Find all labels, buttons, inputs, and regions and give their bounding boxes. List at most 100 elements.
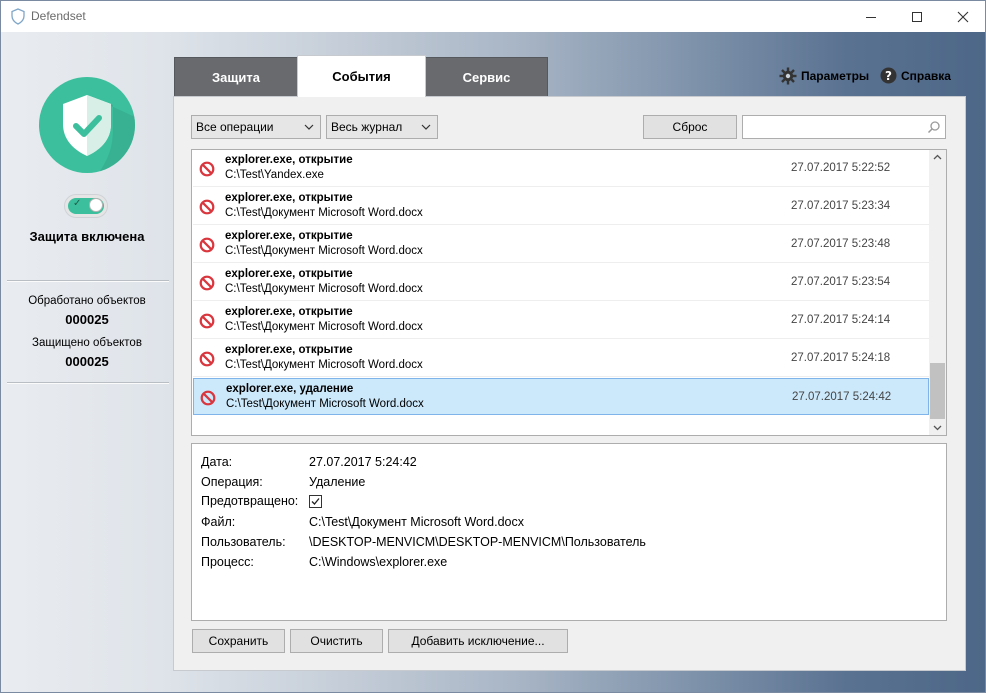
event-time: 27.07.2017 5:24:14 xyxy=(791,314,891,326)
event-row[interactable]: explorer.exe, удаление C:\Test\Документ M… xyxy=(193,378,929,415)
detail-operation-value: Удаление xyxy=(309,475,366,489)
protection-status-label: Защита включена xyxy=(29,229,145,244)
detail-date-value: 27.07.2017 5:24:42 xyxy=(309,455,417,469)
blocked-icon xyxy=(199,199,215,215)
svg-text:?: ? xyxy=(885,69,892,83)
protection-status-emblem xyxy=(39,77,135,173)
chevron-up-icon[interactable] xyxy=(933,154,942,160)
chevron-down-icon xyxy=(304,124,314,130)
close-button[interactable] xyxy=(940,1,985,32)
event-title: explorer.exe, открытие xyxy=(225,306,353,318)
event-path: C:\Test\Документ Microsoft Word.docx xyxy=(226,398,424,410)
protected-objects-label: Защищено объектов xyxy=(32,337,142,349)
detail-prevented-label: Предотвращено: xyxy=(201,494,299,508)
event-title: explorer.exe, открытие xyxy=(225,154,353,166)
event-row[interactable]: explorer.exe, открытие C:\Test\Документ M… xyxy=(193,188,929,225)
event-time: 27.07.2017 5:23:48 xyxy=(791,238,891,250)
tab-service[interactable]: Сервис xyxy=(425,57,548,97)
events-list[interactable]: explorer.exe, открытие C:\Test\Yandex.exe… xyxy=(191,149,947,436)
event-title: explorer.exe, открытие xyxy=(225,268,353,280)
detail-process-value: C:\Windows\explorer.exe xyxy=(309,555,448,569)
check-icon: ✓ xyxy=(73,198,82,209)
window-title: Defendset xyxy=(31,9,86,23)
help-icon: ? xyxy=(880,67,897,84)
tab-protection[interactable]: Защита xyxy=(174,57,298,97)
title-bar: Defendset xyxy=(1,1,985,32)
add-exception-button[interactable]: Добавить исключение... xyxy=(388,629,568,653)
detail-prevented: Предотвращено: xyxy=(201,494,341,512)
blocked-icon xyxy=(199,161,215,177)
search-icon xyxy=(927,121,940,134)
divider xyxy=(7,280,169,282)
event-row[interactable]: explorer.exe, открытие C:\Test\Документ M… xyxy=(193,302,929,339)
app-window: Defendset ✓ Защита включена Обработано о… xyxy=(0,0,986,693)
close-icon xyxy=(957,11,969,22)
event-title: explorer.exe, открытие xyxy=(225,344,353,356)
protection-toggle[interactable]: ✓ xyxy=(64,194,108,218)
shield-app-icon xyxy=(10,8,26,25)
event-details-pane: Дата: 27.07.2017 5:24:42 Операция: Удале… xyxy=(191,443,947,621)
blocked-icon xyxy=(199,313,215,329)
event-path: C:\Test\Документ Microsoft Word.docx xyxy=(225,359,423,371)
maximize-icon xyxy=(912,11,922,22)
scrollbar-thumb[interactable] xyxy=(930,363,945,419)
event-time: 27.07.2017 5:24:18 xyxy=(791,352,891,364)
event-row[interactable]: explorer.exe, открытие C:\Test\Документ M… xyxy=(193,226,929,263)
detail-process-label: Процесс: xyxy=(201,555,254,569)
detail-date-label: Дата: xyxy=(201,455,233,469)
reset-button[interactable]: Сброс xyxy=(643,115,737,139)
journal-filter-value: Весь журнал xyxy=(331,120,403,134)
chevron-down-icon[interactable] xyxy=(933,425,942,431)
blocked-icon xyxy=(199,237,215,253)
help-link[interactable]: ? Справка xyxy=(880,67,951,84)
journal-filter-select[interactable]: Весь журнал xyxy=(326,115,438,139)
event-time: 27.07.2017 5:22:52 xyxy=(791,162,891,174)
processed-objects-label: Обработано объектов xyxy=(28,295,146,307)
events-panel: Все операции Весь журнал Сброс explorer.… xyxy=(173,96,966,671)
operation-filter-select[interactable]: Все операции xyxy=(191,115,321,139)
event-path: C:\Test\Документ Microsoft Word.docx xyxy=(225,321,423,333)
event-title: explorer.exe, удаление xyxy=(226,383,354,395)
help-label: Справка xyxy=(901,68,951,83)
minimize-icon xyxy=(866,16,876,18)
blocked-icon xyxy=(200,390,216,406)
event-path: C:\Test\Документ Microsoft Word.docx xyxy=(225,283,423,295)
detail-file-label: Файл: xyxy=(201,515,236,529)
events-list-scrollbar[interactable] xyxy=(929,150,946,435)
event-row[interactable]: explorer.exe, открытие C:\Test\Yandex.exe… xyxy=(193,150,929,187)
event-time: 27.07.2017 5:23:34 xyxy=(791,200,891,212)
settings-link[interactable]: Параметры xyxy=(779,67,869,85)
protection-sidebar: ✓ Защита включена Обработано объектов 00… xyxy=(1,32,173,402)
detail-file-value: C:\Test\Документ Microsoft Word.docx xyxy=(309,515,524,529)
chevron-down-icon xyxy=(421,124,431,130)
settings-label: Параметры xyxy=(801,69,870,83)
detail-user-value: \DESKTOP-MENVICM\DESKTOP-MENVICM\Пользов… xyxy=(309,535,646,549)
event-time: 27.07.2017 5:23:54 xyxy=(791,276,891,288)
detail-operation-label: Операция: xyxy=(201,475,263,489)
search-input[interactable] xyxy=(742,115,946,139)
event-path: C:\Test\Yandex.exe xyxy=(225,169,324,181)
clear-button[interactable]: Очистить xyxy=(290,629,383,653)
shield-check-icon xyxy=(63,95,135,173)
protected-objects-value: 000025 xyxy=(65,354,109,369)
toggle-knob xyxy=(89,198,103,212)
save-button[interactable]: Сохранить xyxy=(192,629,285,653)
event-time: 27.07.2017 5:24:42 xyxy=(792,391,892,403)
gear-icon xyxy=(779,67,797,85)
tab-events[interactable]: События xyxy=(297,55,426,97)
detail-user-label: Пользователь: xyxy=(201,535,286,549)
event-row[interactable]: explorer.exe, открытие C:\Test\Документ M… xyxy=(193,340,929,377)
event-row[interactable]: explorer.exe, открытие C:\Test\Документ M… xyxy=(193,264,929,301)
divider xyxy=(7,382,169,384)
event-title: explorer.exe, открытие xyxy=(225,230,353,242)
maximize-button[interactable] xyxy=(894,1,940,32)
processed-objects-value: 000025 xyxy=(65,312,109,327)
blocked-icon xyxy=(199,275,215,291)
minimize-button[interactable] xyxy=(848,1,894,32)
blocked-icon xyxy=(199,351,215,367)
check-icon xyxy=(311,498,320,505)
event-title: explorer.exe, открытие xyxy=(225,192,353,204)
event-path: C:\Test\Документ Microsoft Word.docx xyxy=(225,207,423,219)
event-path: C:\Test\Документ Microsoft Word.docx xyxy=(225,245,423,257)
prevented-checkbox xyxy=(309,495,322,508)
